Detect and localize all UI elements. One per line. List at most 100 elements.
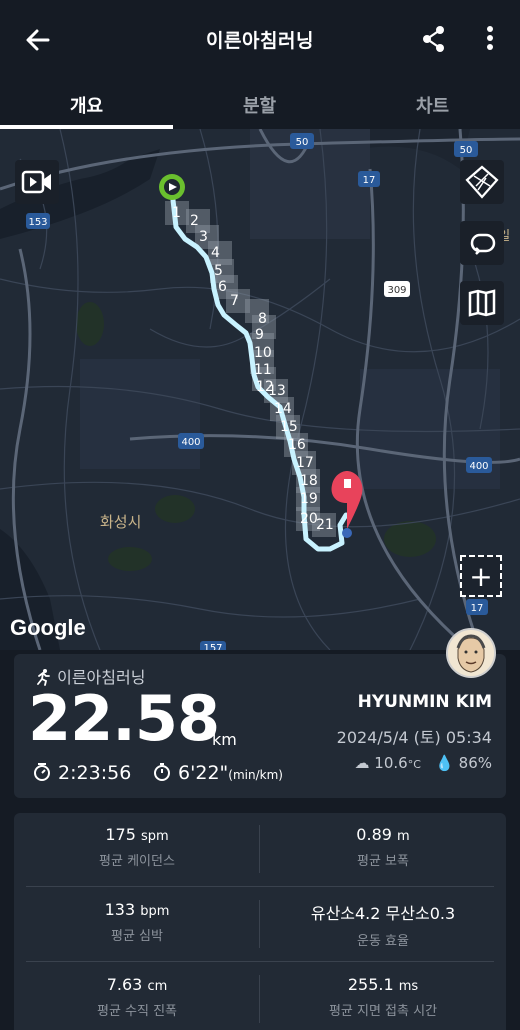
split-marker-label: 8: [258, 311, 267, 327]
metric-unit: m: [397, 829, 410, 844]
metrics-card: 175 spm 평균 케이던스 0.89 m 평균 보폭 133 bpm 평균 …: [14, 813, 506, 1030]
split-marker-label: 10: [254, 345, 272, 361]
avatar[interactable]: [446, 628, 496, 678]
svg-text:157: 157: [203, 643, 222, 650]
weather-info: ☁ 10.6°C 💧 86%: [355, 754, 493, 772]
map-view-icon: [468, 289, 496, 317]
metric-heart-rate: 133 bpm 평균 심박: [14, 900, 260, 944]
share-icon: [423, 26, 444, 52]
metric-unit: cm: [147, 979, 168, 994]
layers-icon: [465, 165, 499, 199]
split-marker-label: 14: [274, 401, 292, 417]
metric-value: 0.89: [356, 825, 392, 844]
split-marker-label: 2: [190, 213, 199, 229]
video-button[interactable]: [15, 160, 59, 204]
metric-efficiency: 유산소4.2 무산소0.3 운동 효율: [260, 900, 506, 949]
activity-summary-card: 이른아침러닝 22.58 km 2:23:56 6'22"(min/km) HY…: [14, 654, 506, 798]
divider: [26, 961, 494, 962]
metric-unit: ms: [398, 979, 419, 994]
stopwatch-icon: [154, 763, 170, 781]
user-name: HYUNMIN KIM: [357, 692, 492, 712]
svg-text:400: 400: [181, 437, 200, 448]
metric-unit: bpm: [140, 904, 170, 919]
tab-overview[interactable]: 개요: [0, 92, 173, 118]
temperature-unit: °C: [407, 758, 421, 771]
metric-label: 운동 효율: [357, 934, 409, 949]
split-marker-label: 21: [316, 517, 334, 533]
split-marker-label: 15: [280, 419, 298, 435]
split-marker-label: 4: [211, 245, 220, 261]
split-marker-label: 1: [172, 205, 181, 221]
svg-text:309: 309: [387, 285, 406, 296]
duration-stat: 2:23:56: [32, 762, 131, 784]
pace-unit: (min/km): [228, 768, 283, 782]
svg-text:50: 50: [296, 137, 309, 148]
svg-text:153: 153: [28, 217, 47, 228]
metric-value: 133: [104, 900, 136, 919]
map-style-button[interactable]: [460, 160, 504, 204]
more-options-button[interactable]: [480, 24, 500, 54]
split-marker-label: 17: [296, 455, 314, 471]
metric-label: 평균 수직 진폭: [96, 1004, 178, 1019]
park-area: [108, 547, 152, 571]
user-avatar-image: [448, 630, 494, 676]
metric-value: 유산소4.2 무산소0.3: [310, 904, 456, 923]
split-marker-label: 16: [288, 437, 306, 453]
share-button[interactable]: [420, 24, 448, 54]
metric-label: 평균 케이던스: [99, 854, 175, 869]
split-marker-label: 3: [199, 229, 208, 245]
split-marker-label: 18: [300, 473, 318, 489]
metric-value: 255.1: [347, 975, 394, 994]
park-area: [76, 302, 104, 346]
tab-charts[interactable]: 차트: [346, 92, 519, 118]
google-attribution: Google: [10, 615, 86, 640]
metric-cadence: 175 spm 평균 케이던스: [14, 825, 260, 869]
start-marker: [159, 174, 185, 200]
urban-area: [80, 359, 200, 469]
distance-value: 22.58: [28, 682, 220, 755]
svg-text:50: 50: [460, 145, 473, 156]
metric-label: 평균 지면 접촉 시간: [328, 1004, 438, 1019]
split-marker-label: 13: [268, 383, 286, 399]
activity-datetime: 2024/5/4 (토) 05:34: [336, 728, 492, 747]
pace-value: 6'22": [178, 762, 229, 784]
metric-vertical-oscillation: 7.63 cm 평균 수직 진폭: [14, 975, 260, 1019]
metric-value: 7.63: [106, 975, 143, 994]
tab-splits[interactable]: 분할: [173, 92, 346, 118]
zoom-in-button[interactable]: +: [460, 555, 502, 597]
loop-icon: [470, 233, 496, 255]
split-marker-label: 7: [230, 293, 239, 309]
timer-icon: [34, 763, 50, 781]
split-marker-label: 6: [218, 279, 227, 295]
tab-bar: 개요 분할 차트: [0, 80, 520, 130]
distance-unit: km: [212, 730, 237, 749]
metric-ground-contact: 255.1 ms 평균 지면 접촉 시간: [260, 975, 506, 1019]
split-marker-label: 9: [255, 327, 264, 343]
replay-button[interactable]: [460, 221, 504, 265]
pace-stat: 6'22"(min/km): [152, 762, 283, 784]
route-map[interactable]: 50 50 17 153 309 400 400 17 157 1234 567 8…: [0, 129, 520, 650]
video-icon: [21, 170, 51, 194]
metric-value: 175: [105, 825, 136, 844]
metric-label: 평균 심박: [111, 929, 163, 944]
temperature-value: 10.6: [374, 754, 408, 772]
humidity-value: 86%: [458, 754, 492, 772]
split-marker-label: 19: [300, 491, 318, 507]
map-view-button[interactable]: [460, 281, 504, 325]
divider: [26, 886, 494, 887]
svg-text:400: 400: [469, 461, 488, 472]
place-label: 화성시: [100, 513, 142, 531]
svg-text:17: 17: [471, 603, 484, 614]
park-area: [155, 495, 195, 523]
metric-label: 평균 보폭: [357, 854, 409, 869]
duration-value: 2:23:56: [58, 762, 132, 784]
metric-stride: 0.89 m 평균 보폭: [260, 825, 506, 869]
more-vertical-icon: [487, 26, 493, 50]
metric-unit: spm: [140, 829, 169, 844]
humidity-icon: 💧: [435, 754, 454, 772]
app-bar: 이른아침러닝: [0, 0, 520, 78]
split-marker-label: 5: [214, 263, 223, 279]
split-marker-label: 11: [254, 362, 272, 378]
svg-text:17: 17: [363, 175, 376, 186]
zoom-in-icon: +: [469, 559, 493, 593]
